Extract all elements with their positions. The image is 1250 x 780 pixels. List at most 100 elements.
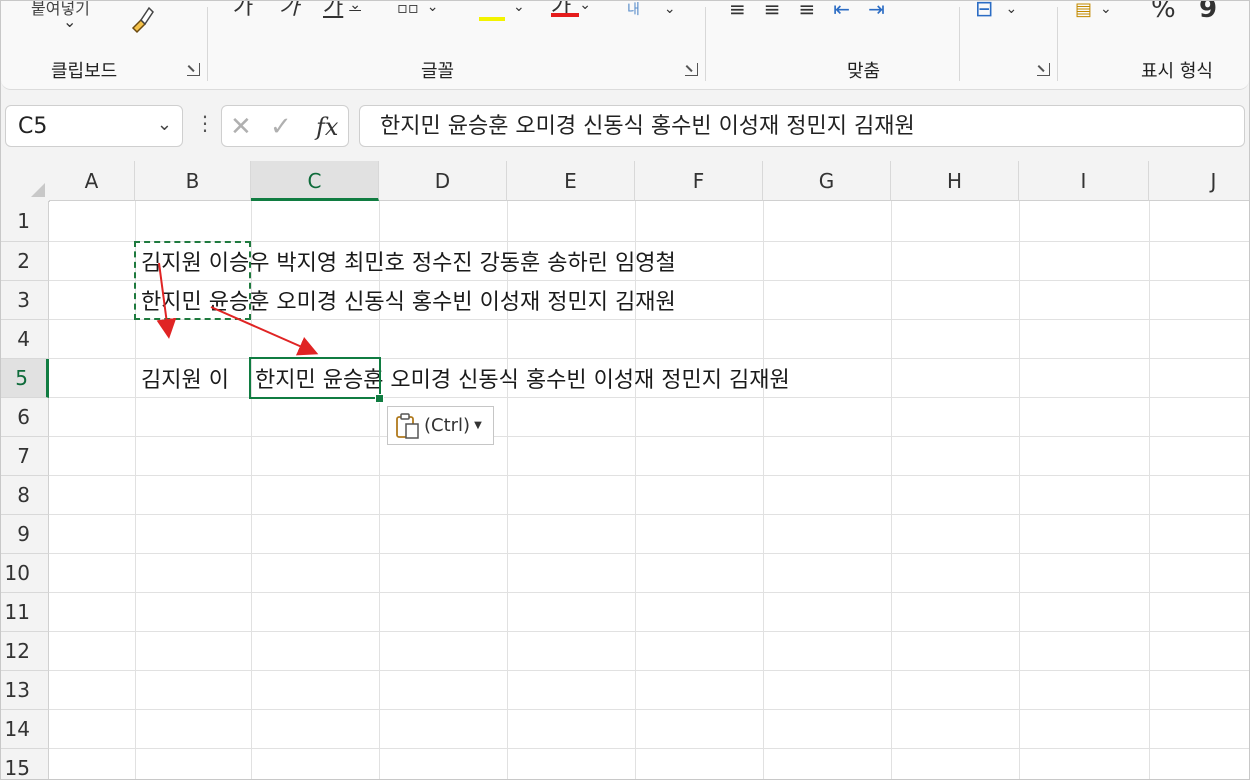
excel-window: 붙여넣기 ⌄ 클립보드 가 가 가 ⌄ ▫▫ ⌄ ⌄ 가 ⌄ 내 ⌄ 글꼴 ≡ ≡ ≡ ⇤ ⇥… [0, 0, 1250, 780]
column-header-e[interactable]: E [507, 161, 635, 201]
group-label-clipboard: 클립보드 [51, 61, 118, 82]
gridline [1149, 201, 1150, 779]
copy-marquee [134, 241, 251, 320]
align-left-icon[interactable]: ≡ [729, 1, 764, 21]
group-label-font: 글꼴 [421, 61, 455, 82]
font-color-label: 가 [551, 0, 572, 20]
column-header-d[interactable]: D [379, 161, 507, 201]
italic-label: 가 [279, 0, 300, 20]
italic-button[interactable]: 가 [279, 1, 299, 20]
comma-style-button[interactable]: 9 [1199, 0, 1218, 24]
alignment-buttons[interactable]: ≡ ≡ ≡ ⇤ ⇥ [729, 1, 903, 21]
row-header-1[interactable]: 1 [1, 201, 49, 242]
row-header-3[interactable]: 3 [1, 281, 49, 320]
group-separator [959, 7, 960, 81]
gridline [49, 709, 1249, 710]
row-header-4[interactable]: 4 [1, 320, 49, 359]
format-painter-icon[interactable] [127, 6, 157, 34]
enter-icon[interactable]: ✓ [270, 112, 292, 142]
border-button[interactable]: ▫▫ ⌄ [397, 1, 438, 19]
merge-center-button[interactable]: ⊟ ⌄ [975, 1, 1017, 22]
fill-handle[interactable] [375, 394, 384, 403]
percent-label: % [1151, 0, 1176, 24]
paste-options-label: (Ctrl) [424, 415, 471, 436]
column-header-b[interactable]: B [135, 161, 251, 201]
gridline [49, 670, 1249, 671]
group-separator [1057, 7, 1058, 81]
row-header-9[interactable]: 9 [1, 515, 49, 554]
clipboard-icon [396, 412, 419, 439]
name-box-value: C5 [18, 114, 48, 139]
gridline [49, 748, 1249, 749]
ribbon: 붙여넣기 ⌄ 클립보드 가 가 가 ⌄ ▫▫ ⌄ ⌄ 가 ⌄ 내 ⌄ 글꼴 ≡ ≡ ≡ ⇤ ⇥… [1, 1, 1249, 90]
underline-button[interactable]: 가 ⌄ [323, 1, 361, 20]
cell-b5[interactable]: 김지원 이 [141, 362, 229, 394]
gridline [763, 201, 764, 779]
phonetic-guide-button[interactable]: 내 ⌄ [627, 1, 676, 21]
fill-color-button[interactable]: ⌄ [479, 1, 525, 21]
gridline [49, 358, 1249, 359]
fill-color-icon [479, 17, 505, 21]
accounting-format-button[interactable]: ▤ ⌄ [1075, 1, 1112, 21]
paste-label: 붙여넣기 [31, 0, 90, 18]
group-label-alignment: 맞춤 [847, 61, 881, 82]
clipboard-launcher-icon[interactable] [187, 63, 200, 76]
paste-button[interactable]: 붙여넣기 [31, 0, 90, 19]
font-launcher-icon[interactable] [685, 63, 698, 76]
row-header-13[interactable]: 13 [1, 671, 49, 710]
gridline [49, 514, 1249, 515]
chevron-down-icon[interactable]: ⌄ [157, 104, 172, 146]
name-box[interactable]: C5 ⌄ [5, 105, 183, 147]
column-header-g[interactable]: G [763, 161, 891, 201]
row-header-15[interactable]: 15 [1, 749, 49, 779]
underline-label: 가 [323, 0, 344, 20]
formula-bar: C5 ⌄ ⋮ ✕ ✓ fx 한지민 윤승훈 오미경 신동식 홍수빈 이성재 정민… [1, 101, 1249, 153]
row-header-10[interactable]: 10 [1, 554, 49, 593]
gridline [1019, 201, 1020, 779]
more-options-icon[interactable]: ⋮ [195, 111, 215, 135]
font-color-icon: 가 [551, 0, 579, 21]
row-header-6[interactable]: 6 [1, 398, 49, 437]
caret-down-icon: ▼ [474, 420, 482, 431]
formula-buttons: ✕ ✓ fx [221, 105, 349, 147]
gridline [49, 553, 1249, 554]
column-header-i[interactable]: I [1019, 161, 1149, 201]
cancel-icon[interactable]: ✕ [230, 112, 252, 142]
row-header-12[interactable]: 12 [1, 632, 49, 671]
group-separator [705, 7, 706, 81]
active-cell[interactable] [249, 357, 381, 399]
formula-input[interactable]: 한지민 윤승훈 오미경 신동식 홍수빈 이성재 정민지 김재원 [359, 105, 1245, 147]
align-right-icon[interactable]: ≡ [799, 1, 834, 21]
paste-options-button[interactable]: (Ctrl) ▼ [387, 406, 494, 445]
select-all-button[interactable] [1, 161, 50, 202]
gridline [891, 201, 892, 779]
row-header-2[interactable]: 2 [1, 242, 49, 281]
worksheet-grid[interactable]: A B C D E F G H I J 1 2 3 4 5 6 7 8 9 10… [1, 161, 1249, 779]
column-header-c[interactable]: C [251, 161, 379, 201]
group-label-number: 표시 형식 [1141, 61, 1213, 82]
gridline [49, 592, 1249, 593]
row-header-8[interactable]: 8 [1, 476, 49, 515]
increase-indent-icon[interactable]: ⇥ [868, 1, 903, 21]
paste-dropdown-icon[interactable]: ⌄ [63, 9, 76, 33]
row-header-11[interactable]: 11 [1, 593, 49, 632]
column-header-h[interactable]: H [891, 161, 1019, 201]
group-separator [207, 7, 208, 81]
gridline [49, 397, 1249, 398]
percent-style-button[interactable]: % [1151, 0, 1176, 24]
font-color-button[interactable]: 가 ⌄ [551, 1, 591, 20]
gridline [49, 631, 1249, 632]
align-center-icon[interactable]: ≡ [764, 1, 799, 21]
column-header-j[interactable]: J [1149, 161, 1249, 201]
insert-function-icon[interactable]: fx [316, 113, 338, 141]
column-header-f[interactable]: F [635, 161, 763, 201]
column-header-a[interactable]: A [49, 161, 135, 201]
row-header-14[interactable]: 14 [1, 710, 49, 749]
alignment-launcher-icon[interactable] [1037, 63, 1050, 76]
decrease-indent-icon[interactable]: ⇤ [833, 1, 868, 21]
bold-button[interactable]: 가 [233, 1, 253, 20]
gridline [49, 436, 1249, 437]
row-header-5[interactable]: 5 [1, 359, 49, 398]
comma-label: 9 [1199, 0, 1218, 24]
row-header-7[interactable]: 7 [1, 437, 49, 476]
